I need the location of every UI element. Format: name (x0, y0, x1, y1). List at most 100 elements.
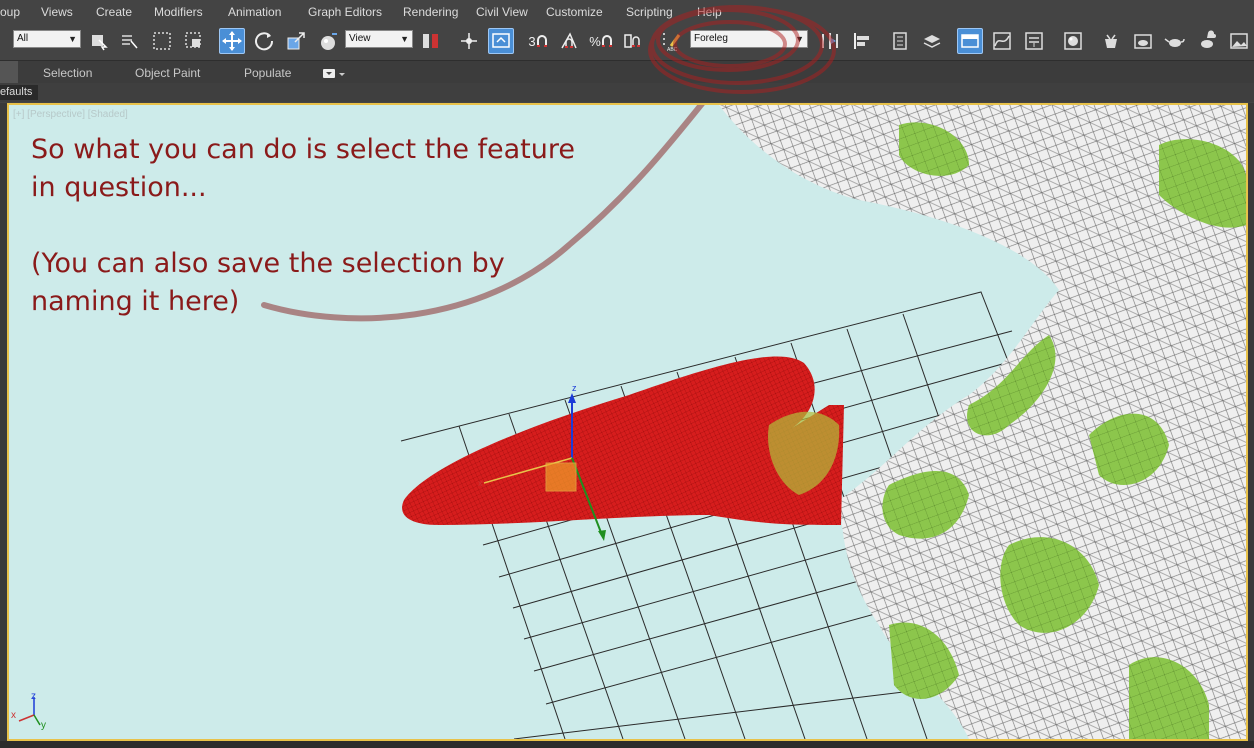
axis-label-x: x (11, 710, 16, 721)
ribbon-icon (961, 34, 979, 48)
toggle-ribbon-button[interactable] (957, 28, 983, 54)
snaps-toggle-button[interactable]: 3 (525, 28, 551, 54)
perspective-viewport[interactable]: z x z y x [+] [Perspective] [Shaded] So … (7, 103, 1248, 741)
align-button[interactable] (849, 28, 875, 54)
angle-snap-button[interactable] (556, 28, 582, 54)
rendered-frame-window-button[interactable] (1130, 28, 1156, 54)
render-setup-icon (1105, 34, 1117, 48)
menu-modifiers[interactable]: Modifiers (154, 5, 203, 19)
viewport-label[interactable]: [+] [Perspective] [Shaded] (13, 109, 128, 120)
select-object-button[interactable] (86, 28, 112, 54)
select-and-manipulate-button[interactable] (456, 28, 482, 54)
ribbon-active-tab-stub[interactable] (0, 61, 18, 83)
pivot-center-button[interactable] (418, 28, 444, 54)
workspace-label[interactable]: efaults (0, 85, 38, 100)
mirror-icon (822, 33, 838, 49)
edit-named-selection-icon: ABC (663, 33, 681, 52)
spinner-snap-icon (624, 34, 640, 48)
tab-populate[interactable]: Populate (244, 66, 291, 80)
menu-create[interactable]: Create (96, 5, 132, 19)
ribbon-tabs: Selection Object Paint Populate (0, 61, 1254, 84)
main-toolbar: All ▼ View ▼ 3 % ABC Foreleg ▼ (0, 24, 1254, 61)
pivot-center-icon (423, 34, 438, 48)
select-by-name-button[interactable] (116, 28, 142, 54)
menu-customize[interactable]: Customize (546, 5, 603, 19)
named-selection-sets-value: Foreleg (694, 33, 728, 44)
a360-gallery-button[interactable] (1226, 28, 1252, 54)
cursor-icon (92, 35, 108, 51)
scene-toolbar: efaults (0, 83, 1254, 102)
keyboard-override-icon (492, 33, 510, 48)
menu-graph-editors[interactable]: Graph Editors (308, 5, 382, 19)
schematic-view-icon (1025, 32, 1043, 50)
named-selection-sets-dropdown[interactable]: Foreleg ▼ (690, 30, 808, 48)
rectangular-selection-button[interactable] (149, 28, 175, 54)
chevron-down-icon: ▼ (795, 34, 804, 44)
annotation-text-2: (You can also save the selection by nami… (31, 248, 505, 317)
scale-icon (287, 32, 305, 50)
manipulate-icon (461, 33, 477, 49)
curve-editor-button[interactable] (989, 28, 1015, 54)
material-editor-button[interactable] (1060, 28, 1086, 54)
tutorial-annotation: So what you can do is select the feature… (31, 131, 631, 321)
move-arrows-icon (222, 31, 242, 51)
render-in-cloud-button[interactable] (1194, 28, 1220, 54)
edit-named-selection-button[interactable]: ABC (659, 28, 685, 54)
percent-snap-label: % (589, 33, 601, 49)
select-and-scale-button[interactable] (283, 28, 309, 54)
percent-snap-button[interactable]: % (588, 28, 614, 54)
menu-group[interactable]: oup (0, 5, 20, 19)
material-editor-icon (1064, 32, 1082, 50)
select-and-rotate-button[interactable] (251, 28, 277, 54)
teapot-frame-icon (1134, 34, 1152, 49)
layers-icon (923, 35, 941, 48)
svg-text:ABC: ABC (667, 47, 678, 52)
window-crossing-icon (185, 32, 201, 48)
select-and-move-button[interactable] (219, 28, 245, 54)
view-axis-tripod (18, 697, 41, 726)
toggle-scene-explorer-button[interactable] (887, 28, 913, 54)
menu-help[interactable]: Help (697, 5, 722, 19)
status-bar (0, 741, 1254, 748)
scene-explorer-icon (893, 32, 907, 50)
keyboard-shortcut-override-button[interactable] (488, 28, 514, 54)
menu-civil-view[interactable]: Civil View (476, 5, 528, 19)
align-icon (854, 33, 869, 49)
menu-rendering[interactable]: Rendering (403, 5, 458, 19)
spinner-snap-button[interactable] (618, 28, 644, 54)
mirror-button[interactable] (817, 28, 843, 54)
magnet-icon (536, 35, 547, 47)
selection-filter-value: All (17, 33, 29, 44)
ribbon-options-button[interactable] (322, 67, 348, 79)
angle-magnet-icon (561, 32, 577, 49)
menu-views[interactable]: Views (41, 5, 73, 19)
render-setup-button[interactable] (1098, 28, 1124, 54)
render-production-button[interactable] (1162, 28, 1188, 54)
tab-object-paint[interactable]: Object Paint (135, 66, 200, 80)
menu-scripting[interactable]: Scripting (626, 5, 673, 19)
window-crossing-button[interactable] (181, 28, 207, 54)
select-and-place-button[interactable] (316, 28, 342, 54)
tab-selection[interactable]: Selection (43, 66, 92, 80)
svg-text:z: z (572, 383, 577, 393)
curve-editor-icon (993, 32, 1011, 50)
ribbon-options-icon (323, 69, 345, 78)
menu-animation[interactable]: Animation (228, 5, 281, 19)
layer-explorer-button[interactable] (919, 28, 945, 54)
dashed-rectangle-icon (153, 32, 171, 50)
chevron-down-icon: ▼ (68, 34, 77, 44)
annotation-text-1: So what you can do is select the feature… (31, 134, 575, 203)
reference-coordinate-dropdown[interactable]: View ▼ (345, 30, 413, 48)
chevron-down-icon: ▼ (400, 34, 409, 44)
schematic-view-button[interactable] (1021, 28, 1047, 54)
selection-filter-dropdown[interactable]: All ▼ (13, 30, 81, 48)
gallery-icon (1230, 33, 1248, 49)
svg-text:x: x (478, 478, 483, 488)
axis-label-y: y (41, 720, 46, 731)
list-cursor-icon (122, 35, 138, 49)
cloud-teapot-icon (1201, 30, 1216, 48)
magnet-icon (601, 35, 612, 47)
rotate-icon (255, 32, 274, 51)
axis-label-z: z (31, 691, 36, 702)
left-panel-edge (0, 103, 7, 741)
